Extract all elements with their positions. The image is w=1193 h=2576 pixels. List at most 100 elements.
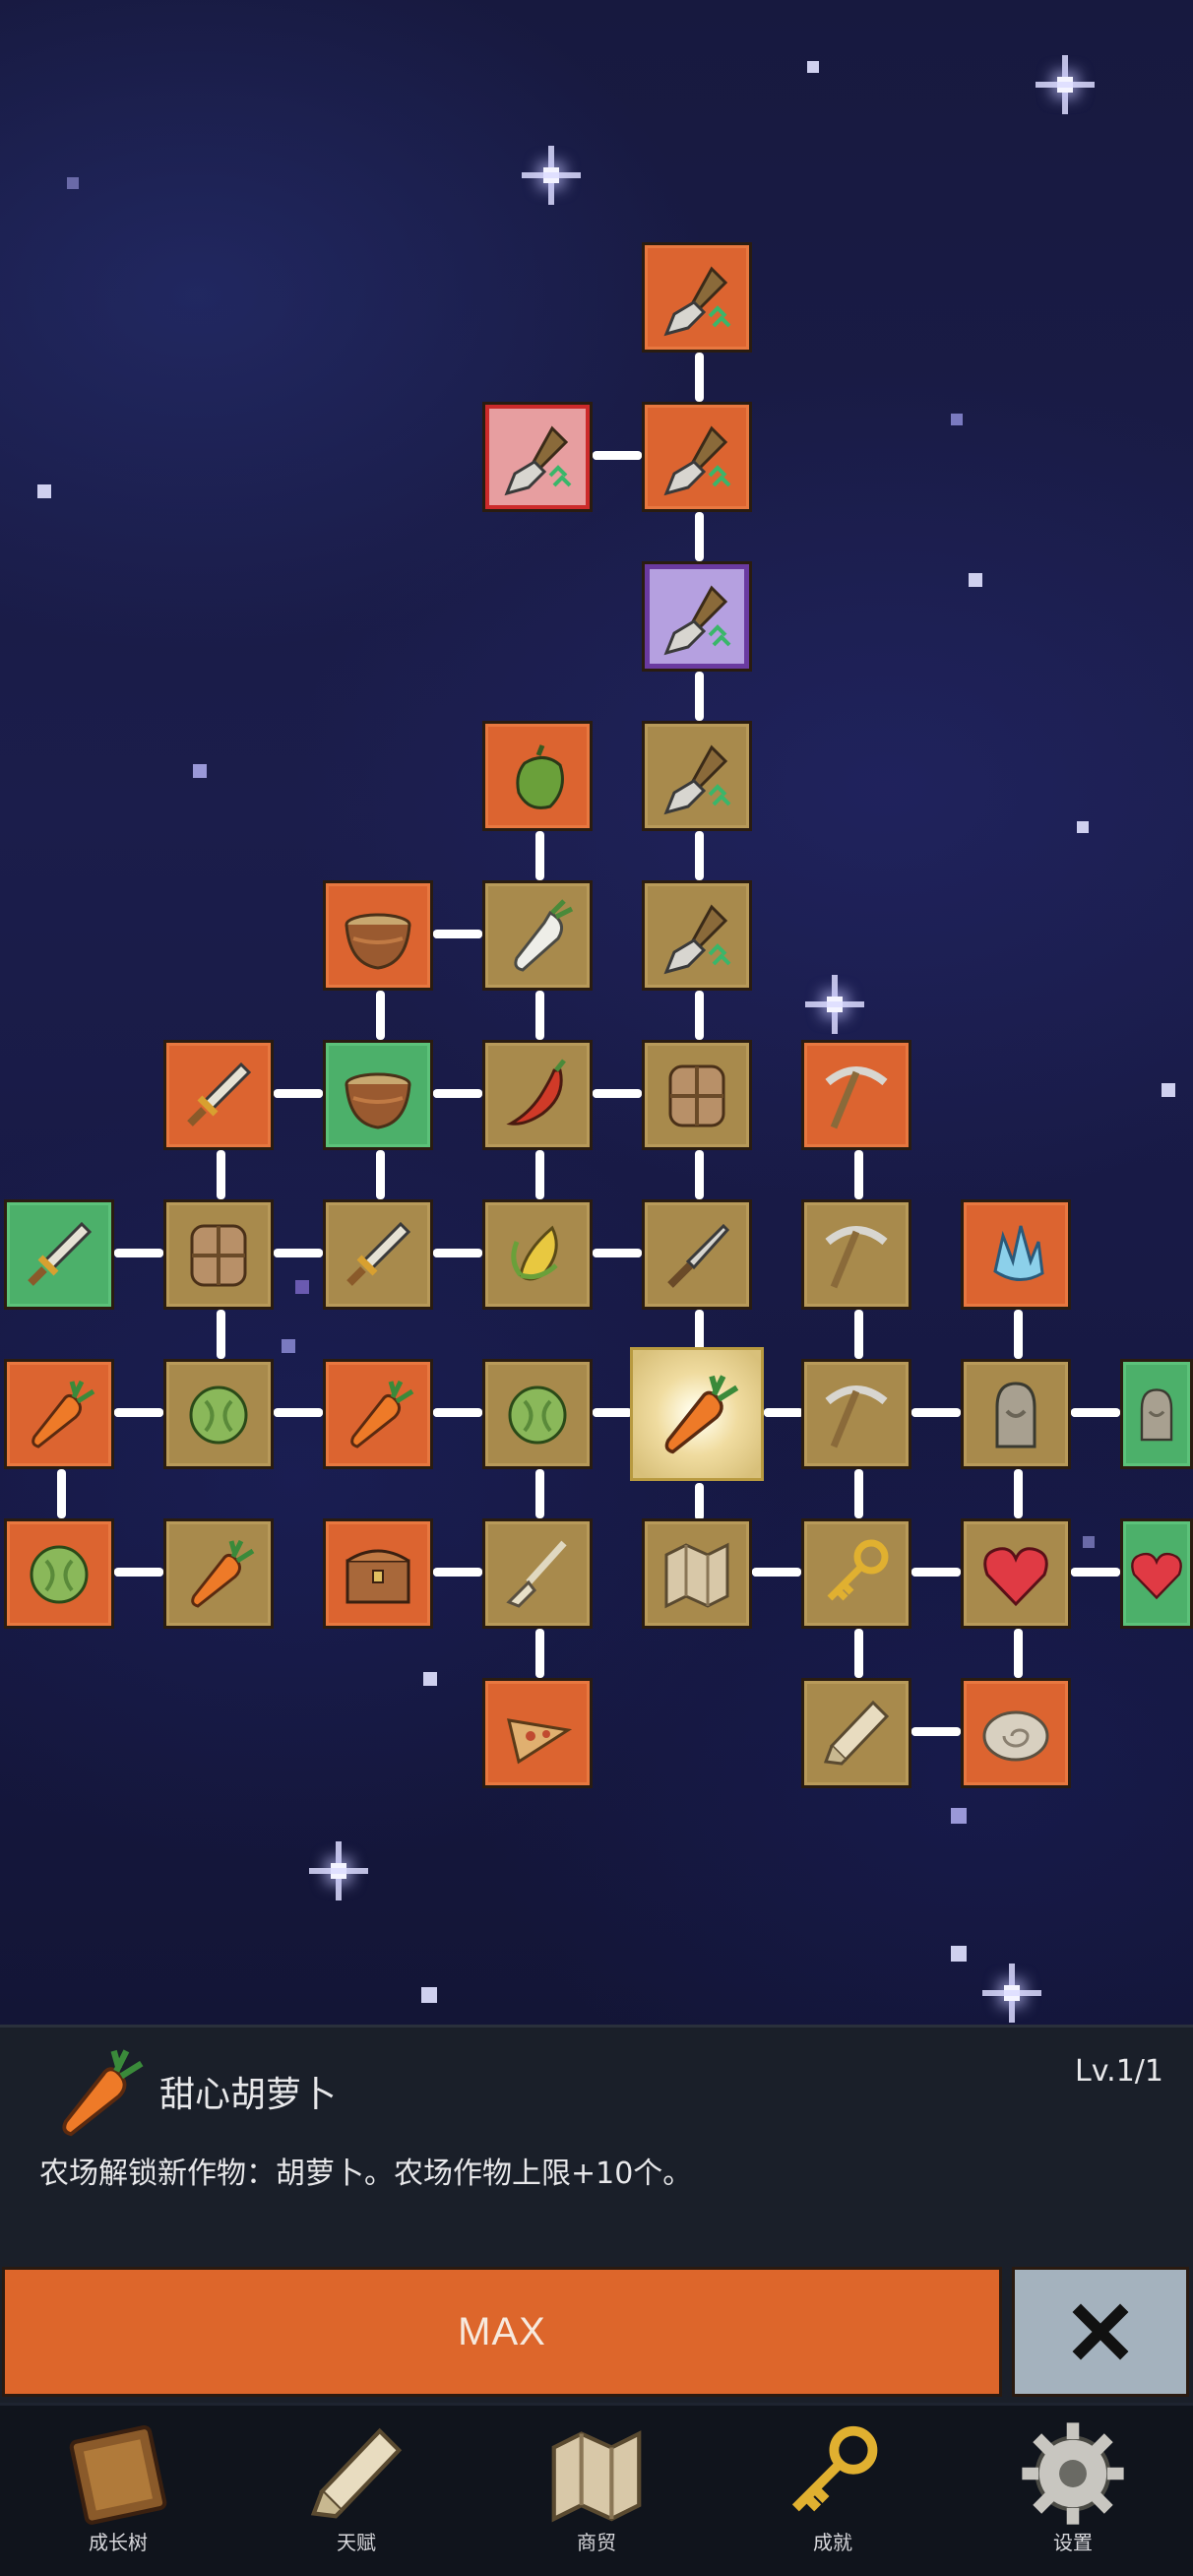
skill-node-pickaxe[interactable] <box>801 1199 911 1310</box>
tree-link <box>854 1310 863 1359</box>
skill-node-cabbage[interactable] <box>163 1359 274 1469</box>
tree-link <box>217 1150 225 1199</box>
tree-link <box>114 1249 163 1257</box>
skill-node-carrot[interactable] <box>323 1359 433 1469</box>
skill-node-heart[interactable] <box>961 1518 1071 1629</box>
star <box>282 1339 295 1353</box>
skill-node-shovel[interactable] <box>642 721 752 831</box>
nav-label: 商贸 <box>577 2531 616 2554</box>
nav-trade[interactable]: 商贸 <box>498 2411 695 2568</box>
nav-label: 成长树 <box>89 2531 148 2554</box>
pot-icon <box>345 913 411 970</box>
skill-node-sword[interactable] <box>323 1199 433 1310</box>
statue-icon <box>1140 1387 1173 1442</box>
nav-achievement[interactable]: 成就 <box>734 2411 931 2568</box>
skill-node-sword[interactable] <box>163 1040 274 1150</box>
tree-link <box>695 353 704 402</box>
skill-node-key[interactable] <box>801 1518 911 1629</box>
nav-label: 设置 <box>1053 2531 1093 2554</box>
skill-node-pickaxe[interactable] <box>801 1359 911 1469</box>
broom-icon <box>495 1531 580 1616</box>
tree-link <box>695 991 704 1040</box>
skill-node-chili[interactable] <box>482 1040 593 1150</box>
tree-link <box>764 1408 803 1417</box>
tree-link <box>695 1310 704 1351</box>
close-button[interactable] <box>1012 2267 1189 2397</box>
cabbage-icon <box>189 1385 248 1445</box>
corn-icon <box>495 1212 580 1297</box>
star <box>193 764 207 778</box>
nav-growth-tree[interactable]: 成长树 <box>20 2411 217 2568</box>
skill-node-shovel-rare[interactable] <box>482 402 593 512</box>
skill-node-carrot-selected[interactable] <box>630 1347 764 1481</box>
tree-link <box>1071 1568 1120 1577</box>
shovel-icon <box>664 905 731 974</box>
skill-node-corn[interactable] <box>482 1199 593 1310</box>
skill-node-shovel[interactable] <box>642 242 752 353</box>
key-icon <box>814 1531 899 1616</box>
nav-talent[interactable]: 天赋 <box>258 2411 455 2568</box>
tree-link <box>274 1089 323 1098</box>
skill-node-crystal[interactable] <box>961 1199 1071 1310</box>
skill-node-shovel[interactable] <box>642 402 752 512</box>
fossil-icon <box>982 1710 1049 1762</box>
max-button[interactable]: MAX <box>2 2267 1002 2397</box>
skill-node-pot[interactable] <box>323 1040 433 1150</box>
skill-tree-background <box>0 0 1193 2025</box>
skill-node-pot[interactable] <box>323 880 433 991</box>
pickaxe-icon <box>814 1212 899 1297</box>
close-x-icon <box>1072 2303 1129 2360</box>
carrot-icon <box>336 1372 420 1456</box>
tree-link <box>854 1150 863 1199</box>
tree-link <box>1071 1408 1120 1417</box>
pickaxe-icon <box>814 1053 899 1137</box>
nav-settings[interactable]: 设置 <box>974 2411 1171 2568</box>
skill-node-broom[interactable] <box>482 1518 593 1629</box>
star <box>951 414 963 425</box>
knife-icon <box>655 1212 739 1297</box>
carrot-icon <box>43 2038 152 2147</box>
tree-link <box>854 1629 863 1678</box>
skill-node-heart[interactable] <box>1120 1518 1193 1629</box>
skill-node-fossil[interactable] <box>961 1678 1071 1788</box>
tree-link <box>695 672 704 721</box>
skill-node-chest[interactable] <box>323 1518 433 1629</box>
star <box>421 1987 437 2003</box>
tree-link <box>274 1408 323 1417</box>
skill-node-pepper[interactable] <box>482 721 593 831</box>
tree-link <box>433 1568 482 1577</box>
tree-link <box>535 1150 544 1199</box>
book-icon <box>59 2415 177 2533</box>
skill-node-carrot[interactable] <box>4 1359 114 1469</box>
skill-node-scroll[interactable] <box>801 1678 911 1788</box>
shovel-icon <box>505 426 572 495</box>
skill-node-sword[interactable] <box>4 1199 114 1310</box>
skill-node-shovel-epic[interactable] <box>642 561 752 672</box>
skill-node-cabbage[interactable] <box>482 1359 593 1469</box>
skill-node-backpack[interactable] <box>642 1040 752 1150</box>
skill-node-backpack[interactable] <box>163 1199 274 1310</box>
pizza-icon <box>507 1718 570 1764</box>
backpack-icon <box>190 1224 247 1287</box>
skill-node-carrot[interactable] <box>163 1518 274 1629</box>
skill-node-pizza[interactable] <box>482 1678 593 1788</box>
tree-link <box>535 1629 544 1678</box>
heart-icon <box>983 1547 1048 1606</box>
skill-node-statue[interactable] <box>961 1359 1071 1469</box>
sword-icon <box>336 1212 420 1297</box>
tree-link <box>376 991 385 1040</box>
skill-node-radish[interactable] <box>482 880 593 991</box>
skill-node-knife[interactable] <box>642 1199 752 1310</box>
pot-icon <box>345 1072 411 1129</box>
carrot-icon <box>176 1531 261 1616</box>
chest-icon <box>345 1549 410 1604</box>
skill-node-pickaxe[interactable] <box>801 1040 911 1150</box>
skill-node-cabbage[interactable] <box>4 1518 114 1629</box>
star <box>423 1672 437 1686</box>
skill-node-shovel[interactable] <box>642 880 752 991</box>
skill-node-statue[interactable] <box>1120 1359 1193 1469</box>
sparkle-star <box>309 1841 378 1910</box>
skill-node-map[interactable] <box>642 1518 752 1629</box>
tree-link <box>433 1089 482 1098</box>
pickaxe-icon <box>814 1372 899 1456</box>
